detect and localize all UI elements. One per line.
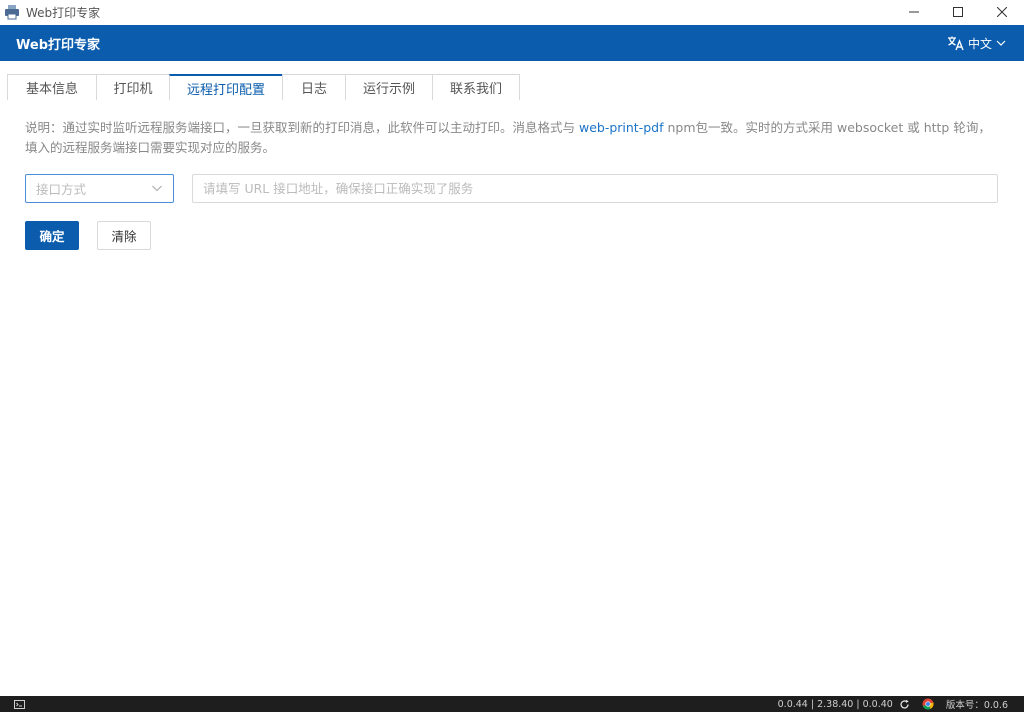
clear-button[interactable]: 清除 — [97, 221, 151, 250]
confirm-button[interactable]: 确定 — [25, 221, 79, 250]
app-title: Web打印专家 — [16, 37, 100, 53]
minimize-icon — [909, 11, 919, 13]
url-input[interactable] — [192, 174, 998, 203]
maximize-icon — [953, 7, 963, 17]
interface-type-select[interactable]: 接口方式 — [25, 174, 174, 203]
tab-bar: 基本信息 打印机 远程打印配置 日志 运行示例 联系我们 — [7, 74, 520, 100]
close-icon — [997, 7, 1007, 17]
tab-remote-print-config[interactable]: 远程打印配置 — [169, 74, 282, 100]
window-titlebar: Web打印专家 — [0, 0, 1024, 24]
description-pre: 说明：通过实时监听远程服务端接口，一旦获取到新的打印消息，此软件可以主动打印。消… — [25, 120, 579, 135]
minimize-button[interactable] — [892, 0, 936, 24]
version-label: 版本号：0.0.6 — [945, 700, 1008, 711]
npm-package-link[interactable]: web-print-pdf — [579, 120, 664, 135]
tab-log[interactable]: 日志 — [282, 74, 345, 100]
status-bar: 0.0.44 | 2.38.40 | 0.0.40 版本号：0.0.6 — [0, 696, 1024, 712]
tab-basic-info[interactable]: 基本信息 — [7, 74, 96, 100]
description-text: 说明：通过实时监听远程服务端接口，一旦获取到新的打印消息，此软件可以主动打印。消… — [25, 118, 1000, 158]
refresh-icon[interactable] — [899, 699, 910, 710]
language-label: 中文 — [967, 36, 992, 51]
chrome-icon — [922, 698, 934, 710]
translate-icon — [947, 36, 964, 50]
close-button[interactable] — [980, 0, 1024, 24]
chevron-down-icon — [996, 40, 1006, 46]
tab-contact-us[interactable]: 联系我们 — [432, 74, 520, 100]
maximize-button[interactable] — [936, 0, 980, 24]
tab-printer[interactable]: 打印机 — [96, 74, 169, 100]
app-header: Web打印专家 中文 — [0, 25, 1024, 61]
select-placeholder: 接口方式 — [36, 182, 87, 197]
version-numbers: 0.0.44 | 2.38.40 | 0.0.40 — [777, 698, 893, 710]
chevron-down-icon — [152, 185, 162, 192]
printer-icon — [5, 5, 19, 20]
language-switcher[interactable]: 中文 — [947, 25, 1006, 61]
tab-run-examples[interactable]: 运行示例 — [345, 74, 432, 100]
terminal-icon[interactable] — [14, 699, 25, 709]
window-title: Web打印专家 — [26, 5, 101, 20]
